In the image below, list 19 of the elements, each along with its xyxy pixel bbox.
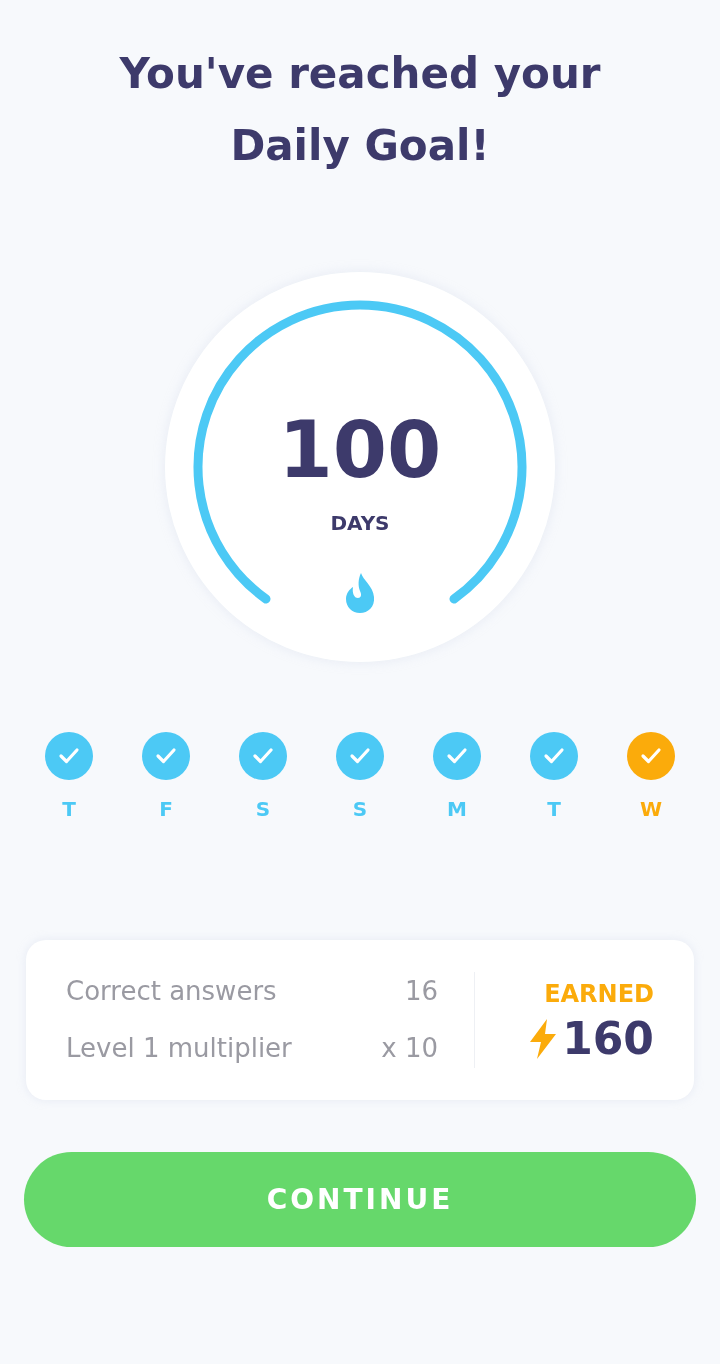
stat-value: x 10 (381, 1032, 438, 1065)
stat-value: 16 (404, 975, 438, 1008)
earned-value: 160 (562, 1014, 654, 1064)
day-label: W (639, 798, 663, 820)
day-label: T (547, 798, 561, 820)
day-label: M (447, 798, 467, 820)
lightning-icon (528, 1019, 559, 1059)
streak-unit: DAYS (330, 510, 390, 537)
stat-label: Correct answers (66, 975, 277, 1008)
stat-label: Level 1 multiplier (66, 1032, 292, 1065)
day-label: T (62, 798, 76, 820)
continue-button[interactable]: CONTINUE (24, 1152, 696, 1247)
page-title: You've reached your Daily Goal! (118, 48, 602, 172)
flame-icon (343, 572, 377, 614)
earned-label: EARNED (544, 979, 654, 1010)
day-label: F (159, 798, 173, 820)
day-label: S (255, 798, 271, 820)
day-label: S (352, 798, 368, 820)
streak-count: 100 (278, 404, 442, 497)
